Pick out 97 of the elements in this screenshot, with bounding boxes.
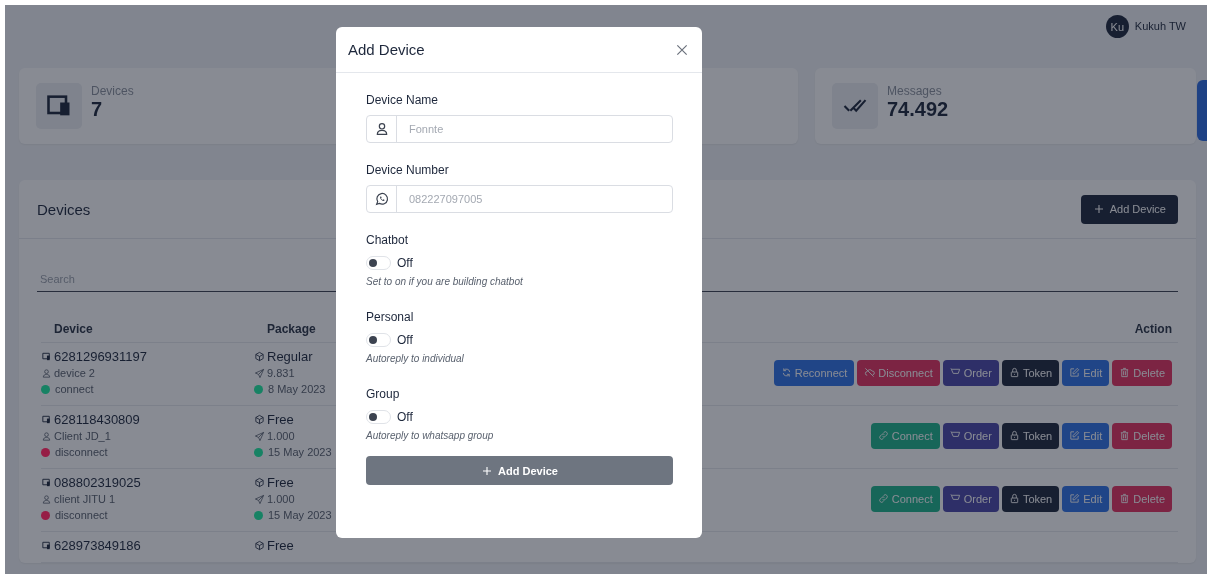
edit-icon bbox=[1069, 367, 1081, 378]
delete-button[interactable]: Delete bbox=[1112, 422, 1172, 449]
status-text: connect bbox=[55, 383, 94, 395]
device-name: Client JD_1 bbox=[54, 430, 111, 442]
connect-button[interactable]: Connect bbox=[870, 422, 940, 449]
edit-button[interactable]: Edit bbox=[1062, 359, 1110, 386]
delete-button[interactable]: Delete bbox=[1112, 485, 1172, 512]
whatsapp-icon bbox=[373, 191, 390, 207]
field-label: Device Name bbox=[366, 93, 440, 107]
edit-button[interactable]: Edit bbox=[1062, 422, 1110, 449]
send-icon bbox=[254, 430, 265, 442]
cloud-off-icon bbox=[864, 367, 876, 378]
disconnect-button[interactable]: Disconnect bbox=[857, 359, 940, 386]
link-icon bbox=[877, 430, 889, 441]
status-text: disconnect bbox=[55, 509, 108, 521]
package-name: Free bbox=[267, 538, 294, 553]
column-header: Action bbox=[1134, 322, 1172, 336]
device-icon bbox=[41, 477, 52, 488]
token-button[interactable]: Token bbox=[1001, 359, 1060, 386]
stat-value: 74.492 bbox=[887, 98, 949, 120]
toggle-switch[interactable] bbox=[366, 333, 391, 347]
refresh-icon bbox=[780, 367, 792, 378]
lock-icon bbox=[1008, 367, 1020, 378]
toggle-state: Off bbox=[397, 410, 413, 424]
status-text: disconnect bbox=[55, 446, 108, 458]
package-name: Regular bbox=[267, 349, 313, 364]
trash-icon bbox=[1119, 493, 1131, 504]
device-name: device 2 bbox=[54, 367, 95, 379]
trash-icon bbox=[1119, 367, 1131, 378]
plus-icon bbox=[1092, 203, 1105, 215]
quota: 1.000 bbox=[267, 430, 295, 442]
box-icon bbox=[254, 351, 265, 362]
stat-label: Devices bbox=[91, 84, 134, 98]
expiry-date: 15 May 2023 bbox=[268, 446, 332, 458]
device-icon bbox=[41, 414, 52, 425]
hint-text: Autoreply to individual bbox=[366, 353, 465, 364]
toggle-switch[interactable] bbox=[366, 410, 391, 424]
device-number: 628118430809 bbox=[54, 412, 140, 427]
lock-icon bbox=[1008, 493, 1020, 504]
token-button[interactable]: Token bbox=[1001, 485, 1060, 512]
device-number: 6281296931197 bbox=[54, 349, 148, 364]
box-icon bbox=[254, 477, 265, 488]
connect-button[interactable]: Connect bbox=[870, 485, 940, 512]
order-button[interactable]: Order bbox=[942, 359, 999, 386]
edit-button[interactable]: Edit bbox=[1062, 485, 1110, 512]
hint-text: Autoreply to whatsapp group bbox=[366, 430, 495, 441]
delete-button[interactable]: Delete bbox=[1112, 359, 1172, 386]
stat-label: Messages bbox=[887, 84, 943, 98]
add-device-button[interactable]: Add Device bbox=[366, 456, 673, 485]
package-name: Free bbox=[267, 412, 294, 427]
device-number: 088802319025 bbox=[54, 475, 141, 490]
quota: 1.000 bbox=[267, 493, 295, 505]
toggle-state: Off bbox=[397, 333, 413, 347]
user-icon bbox=[41, 493, 52, 505]
input-field[interactable]: Fonnte bbox=[366, 115, 673, 143]
expiry-date: 8 May 2023 bbox=[268, 383, 326, 395]
add-device-button[interactable]: Add Device bbox=[1080, 194, 1178, 224]
lock-icon bbox=[1008, 430, 1020, 441]
hint-text: Set to on if you are building chatbot bbox=[366, 276, 524, 287]
edit-icon bbox=[1069, 430, 1081, 441]
package-name: Free bbox=[267, 475, 294, 490]
link-icon bbox=[877, 493, 889, 504]
reconnect-button[interactable]: Reconnect bbox=[773, 359, 855, 386]
token-button[interactable]: Token bbox=[1001, 422, 1060, 449]
send-icon bbox=[254, 493, 265, 505]
input-field[interactable]: 082227097005 bbox=[366, 185, 673, 213]
toggle-state: Off bbox=[397, 256, 413, 270]
stat-value: 7 bbox=[91, 98, 104, 120]
order-button[interactable]: Order bbox=[942, 485, 999, 512]
field-label: Personal bbox=[366, 310, 415, 324]
device-icon bbox=[41, 351, 52, 362]
toggle-switch[interactable] bbox=[366, 256, 391, 270]
modal-title: Add Device bbox=[348, 41, 425, 58]
send-icon bbox=[254, 367, 265, 379]
box-icon bbox=[254, 414, 265, 425]
device-icon bbox=[41, 540, 52, 551]
field-label: Device Number bbox=[366, 163, 450, 177]
user-name[interactable]: Kukuh TW bbox=[1134, 15, 1186, 38]
column-header: Device bbox=[53, 322, 94, 336]
panel-title: Devices bbox=[37, 200, 91, 218]
text-input[interactable]: Fonnte bbox=[397, 116, 672, 142]
trash-icon bbox=[1119, 430, 1131, 441]
device-name: client JITU 1 bbox=[54, 493, 116, 505]
quota: 9.831 bbox=[267, 367, 295, 379]
field-label: Group bbox=[366, 387, 401, 401]
user-icon bbox=[41, 367, 52, 379]
device-number: 628973849186 bbox=[54, 538, 141, 553]
user-icon bbox=[41, 430, 52, 442]
box-icon bbox=[254, 540, 265, 551]
edit-icon bbox=[1069, 493, 1081, 504]
avatar[interactable]: Ku bbox=[1105, 15, 1129, 38]
order-button[interactable]: Order bbox=[942, 422, 999, 449]
field-label: Chatbot bbox=[366, 233, 410, 247]
plus-icon bbox=[481, 464, 494, 477]
expiry-date: 15 May 2023 bbox=[268, 509, 332, 521]
text-input[interactable]: 082227097005 bbox=[397, 186, 672, 212]
column-header: Package bbox=[266, 322, 317, 336]
